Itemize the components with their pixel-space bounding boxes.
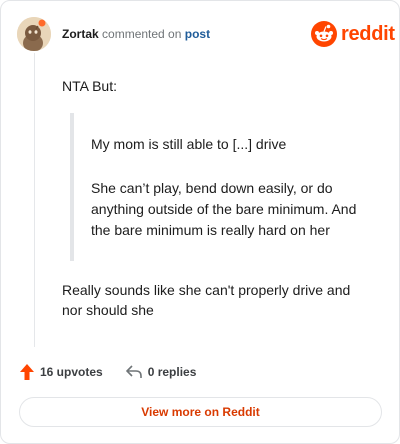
comment-header: Zortak commented on post (62, 27, 210, 41)
reddit-logo-icon (311, 21, 337, 47)
replies-count: 0 replies (147, 365, 197, 379)
blockquote: My mom is still able to [...] drive She … (70, 113, 374, 261)
comment-stats: 16 upvotes 0 replies (19, 362, 196, 382)
view-more-button[interactable]: View more on Reddit (19, 397, 382, 427)
comment-paragraph: NTA But: (62, 78, 117, 94)
snoo-avatar-icon (17, 17, 51, 51)
quote-text: She can’t play, bend down easily, or do … (91, 180, 357, 238)
upvotes-stat[interactable]: 16 upvotes (19, 363, 103, 381)
thread-line (34, 53, 35, 347)
reddit-brand[interactable]: reddit (311, 20, 395, 48)
comment-paragraph: Really sounds like she can't properly dr… (62, 282, 351, 318)
avatar[interactable] (17, 17, 51, 51)
action-text: commented on (102, 27, 182, 41)
reddit-wordmark: reddit (341, 22, 395, 45)
upvote-arrow-icon (20, 364, 34, 380)
comment-card: Zortak commented on post reddit NTA But:… (0, 0, 400, 444)
username-link[interactable]: Zortak (62, 27, 99, 41)
post-link[interactable]: post (185, 27, 210, 41)
replies-stat[interactable]: 0 replies (125, 364, 197, 380)
upvotes-count: 16 upvotes (40, 365, 103, 379)
reply-arrow-icon (125, 365, 142, 378)
quote-text: My mom is still able to [...] drive (91, 136, 287, 152)
